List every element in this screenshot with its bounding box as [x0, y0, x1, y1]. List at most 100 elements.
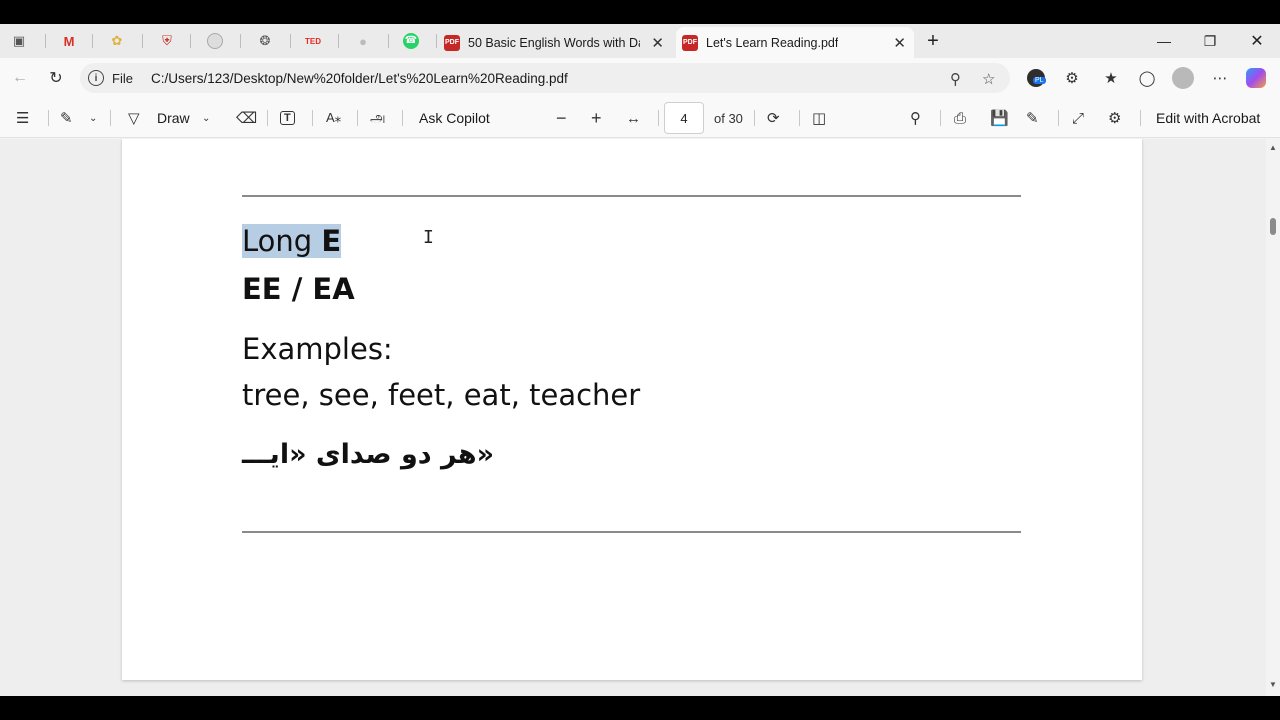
- save-as-icon[interactable]: ✎: [1026, 106, 1039, 130]
- heading-e: E: [321, 224, 342, 258]
- close-tab-icon[interactable]: ✕: [893, 34, 906, 52]
- page-number-input[interactable]: 4: [664, 102, 704, 134]
- spiral-icon[interactable]: ❂: [254, 30, 276, 52]
- toolbar-divider: [110, 110, 111, 126]
- tab-divider: [338, 34, 339, 48]
- info-icon[interactable]: i: [88, 70, 104, 86]
- profile-badge-icon[interactable]: PL: [1025, 67, 1047, 89]
- tab-50-basic-english[interactable]: PDF 50 Basic English Words with Dari M ✕: [440, 27, 672, 58]
- gmail-icon[interactable]: M: [58, 30, 80, 52]
- dari-text: «هر دو صدای «ایـــ: [242, 439, 495, 470]
- toolbar-divider: [940, 110, 941, 126]
- tab-divider: [142, 34, 143, 48]
- toolbar-divider: [754, 110, 755, 126]
- draw-icon[interactable]: ▽: [128, 106, 140, 130]
- highlight-dropdown-icon[interactable]: ⌄: [89, 106, 97, 130]
- draw-button[interactable]: Draw: [157, 106, 190, 130]
- toolbar-divider: [357, 110, 358, 126]
- save-icon[interactable]: 💾: [990, 106, 1009, 130]
- puzzle-icon[interactable]: ✿: [106, 30, 128, 52]
- avatar[interactable]: [1172, 67, 1194, 89]
- tab-lets-learn-reading[interactable]: PDF Let's Learn Reading.pdf ✕: [676, 27, 914, 58]
- refresh-icon[interactable]: ↻: [44, 66, 68, 90]
- toolbar-divider: [312, 110, 313, 126]
- url-text[interactable]: C:/Users/123/Desktop/New%20folder/Let's%…: [151, 71, 568, 86]
- tab-divider: [388, 34, 389, 48]
- toolbar-divider: [799, 110, 800, 126]
- edit-with-acrobat-button[interactable]: Edit with Acrobat: [1156, 106, 1260, 130]
- toolbar-divider: [1140, 110, 1141, 126]
- shield-red-icon[interactable]: ⛨: [156, 30, 178, 52]
- scroll-down-icon[interactable]: ▼: [1269, 680, 1277, 689]
- top-rule: [242, 195, 1021, 197]
- zoom-in-icon[interactable]: +: [591, 106, 602, 130]
- add-text-icon[interactable]: T: [280, 106, 295, 130]
- scroll-up-icon[interactable]: ▲: [1269, 143, 1277, 152]
- erase-icon[interactable]: ⌫: [236, 106, 257, 130]
- browser-essentials-icon[interactable]: ◯: [1136, 67, 1158, 89]
- close-window-icon[interactable]: ✕: [1237, 29, 1277, 53]
- page-total-label: of 30: [714, 110, 743, 126]
- address-bar[interactable]: i File C:/Users/123/Desktop/New%20folder…: [80, 63, 1010, 93]
- navigation-bar: ← ↻ i File C:/Users/123/Desktop/New%20fo…: [0, 58, 1280, 98]
- contents-icon[interactable]: ☰: [16, 106, 29, 130]
- highlight-icon[interactable]: ✎: [60, 106, 73, 130]
- more-menu-icon[interactable]: ⋯: [1209, 67, 1231, 89]
- tab-actions-icon[interactable]: ▣: [8, 30, 30, 52]
- whatsapp-icon[interactable]: ☎: [400, 30, 422, 52]
- fit-to-width-icon[interactable]: ↔: [626, 106, 641, 130]
- examples-text: tree, see, feet, eat, teacher: [242, 378, 641, 412]
- rotate-icon[interactable]: ⟳: [767, 106, 780, 130]
- back-icon[interactable]: ←: [8, 66, 32, 90]
- tab-divider: [290, 34, 291, 48]
- ask-copilot-button[interactable]: Ask Copilot: [419, 106, 490, 130]
- page-view-icon[interactable]: ◫: [812, 106, 826, 130]
- vertical-scrollbar[interactable]: ▲ ▼: [1266, 139, 1280, 696]
- zoom-out-icon[interactable]: −: [556, 106, 567, 130]
- toolbar-divider: [48, 110, 49, 126]
- toolbar-divider: [658, 110, 659, 126]
- page-heading[interactable]: Long E: [242, 224, 342, 258]
- draw-dropdown-icon[interactable]: ⌄: [202, 106, 210, 130]
- pdf-toolbar: ☰ ✎ ⌄ ▽ Draw ⌄ ⌫ T A⁎ அ Ask Copilot − + …: [0, 98, 1280, 138]
- tab-divider: [240, 34, 241, 48]
- copilot-icon[interactable]: [1245, 67, 1267, 89]
- read-aloud-icon[interactable]: A⁎: [326, 106, 341, 130]
- close-tab-icon[interactable]: ✕: [651, 34, 664, 52]
- browser-window: ▣ M ✿ ⛨ ❂ TED ● ☎ PDF 50 Basic English W…: [0, 24, 1280, 696]
- favorite-star-icon[interactable]: ☆: [982, 70, 995, 88]
- toolbar-divider: [402, 110, 403, 126]
- search-icon[interactable]: ⚲: [910, 106, 921, 130]
- minimize-icon[interactable]: —: [1144, 29, 1184, 53]
- examples-label: Examples:: [242, 332, 393, 366]
- tab-title: 50 Basic English Words with Dari M: [468, 35, 640, 50]
- app-icon[interactable]: [204, 30, 226, 52]
- toolbar-divider: [267, 110, 268, 126]
- fullscreen-icon[interactable]: ⤢: [1072, 106, 1084, 130]
- settings-gear-icon[interactable]: ⚙: [1108, 106, 1121, 130]
- ted-label: TED: [305, 36, 321, 46]
- text-cursor-icon: I: [423, 227, 434, 248]
- pdf-viewer[interactable]: Long E EE / EA Examples: tree, see, feet…: [0, 139, 1280, 696]
- print-icon[interactable]: ⎙: [954, 106, 966, 130]
- favorites-icon[interactable]: ★: [1100, 67, 1122, 89]
- tab-strip: ▣ M ✿ ⛨ ❂ TED ● ☎ PDF 50 Basic English W…: [0, 24, 1280, 58]
- ted-icon[interactable]: TED: [302, 30, 324, 52]
- scheme-label: File: [112, 70, 133, 86]
- tab-divider: [92, 34, 93, 48]
- new-tab-icon[interactable]: +: [922, 30, 944, 52]
- extensions-icon[interactable]: ⚙: [1061, 67, 1083, 89]
- video-icon[interactable]: ●: [352, 30, 374, 52]
- restore-icon[interactable]: ❐: [1190, 29, 1230, 53]
- pdf-icon: PDF: [444, 34, 460, 51]
- translate-icon[interactable]: அ: [370, 106, 386, 130]
- toolbar-divider: [1058, 110, 1059, 126]
- selected-text[interactable]: Long E: [242, 224, 342, 258]
- profile-badge-text: PL: [1033, 77, 1046, 84]
- bottom-rule: [242, 531, 1021, 533]
- pdf-icon: PDF: [682, 34, 698, 51]
- tab-divider: [45, 34, 46, 48]
- tab-divider: [436, 34, 437, 48]
- zoom-icon[interactable]: ⚲: [950, 70, 961, 88]
- scroll-thumb[interactable]: [1270, 218, 1276, 235]
